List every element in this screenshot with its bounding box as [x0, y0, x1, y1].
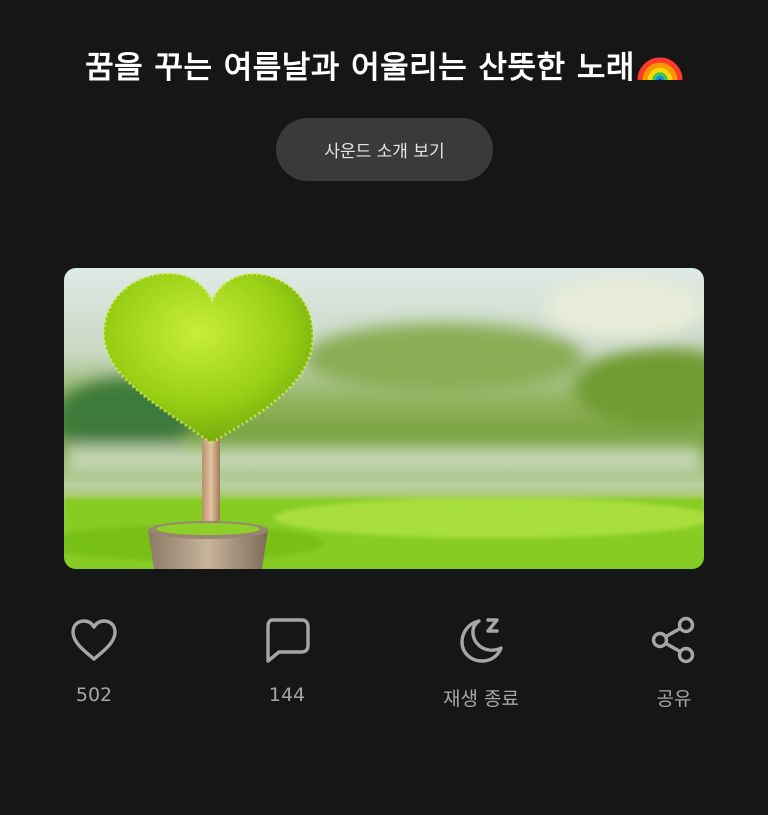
comment-count: 144 — [268, 684, 306, 706]
share-button[interactable]: 공유 — [614, 614, 734, 711]
sleep-timer-button[interactable]: 재생 종료 — [421, 614, 541, 711]
speech-bubble-icon — [261, 614, 313, 666]
like-button[interactable]: 502 — [34, 614, 154, 706]
sound-detail-screen: 꿈을 꾸는 여름날과 어울리는 산뜻한 노래 사운드 소개 보기 502 144… — [0, 0, 768, 815]
share-label: 공유 — [656, 688, 692, 710]
sleep-timer-label: 재생 종료 — [443, 688, 519, 710]
sound-intro-label: 사운드 소개 보기 — [324, 142, 445, 162]
moon-sleep-icon — [455, 614, 507, 666]
page-title: 꿈을 꾸는 여름날과 어울리는 산뜻한 노래 — [0, 42, 768, 90]
action-bar: 502 144 재생 종료 공유 — [0, 614, 768, 724]
cover-image — [64, 268, 704, 569]
share-icon — [648, 614, 700, 666]
rainbow-icon — [637, 42, 683, 90]
comment-button[interactable]: 144 — [227, 614, 347, 706]
like-count: 502 — [75, 684, 113, 706]
title-text: 꿈을 꾸는 여름날과 어울리는 산뜻한 노래 — [85, 50, 635, 86]
heart-icon — [68, 614, 120, 666]
sound-intro-button[interactable]: 사운드 소개 보기 — [276, 118, 493, 181]
